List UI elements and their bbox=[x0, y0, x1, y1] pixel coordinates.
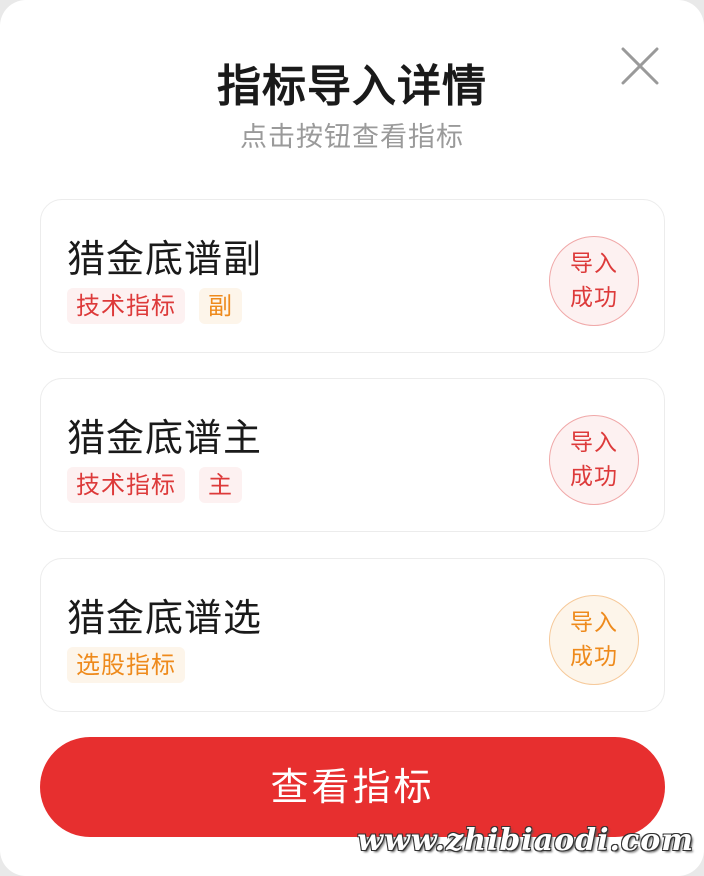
site-watermark: www.zhibiaodi.com bbox=[357, 823, 694, 858]
import-success-badge: 导入 成功 bbox=[549, 415, 639, 505]
view-indicators-button[interactable]: 查看指标 bbox=[40, 737, 665, 837]
badge-line2: 成功 bbox=[570, 285, 618, 311]
indicator-card: 猎金底谱副 技术指标 副 导入 成功 bbox=[40, 199, 665, 353]
dialog-subtitle: 点击按钮查看指标 bbox=[240, 122, 464, 153]
indicator-name: 猎金底谱选 bbox=[67, 596, 263, 640]
badge-line2: 成功 bbox=[570, 464, 618, 490]
import-success-badge: 导入 成功 bbox=[549, 236, 639, 326]
indicator-import-dialog: 指标导入详情 点击按钮查看指标 猎金底谱副 技术指标 副 导入 成功 猎金底谱主… bbox=[0, 0, 704, 876]
indicator-sub-tag: 副 bbox=[199, 288, 242, 324]
badge-line1: 导入 bbox=[570, 251, 618, 277]
dialog-title: 指标导入详情 bbox=[217, 61, 487, 112]
badge-line2: 成功 bbox=[570, 644, 618, 670]
indicator-type-tag: 技术指标 bbox=[67, 288, 185, 324]
indicator-type-tag: 选股指标 bbox=[67, 647, 185, 683]
indicator-card: 猎金底谱选 选股指标 导入 成功 bbox=[40, 558, 665, 712]
badge-line1: 导入 bbox=[570, 610, 618, 636]
import-success-badge: 导入 成功 bbox=[549, 595, 639, 685]
indicator-type-tag: 技术指标 bbox=[67, 467, 185, 503]
indicator-name: 猎金底谱主 bbox=[67, 416, 263, 460]
indicator-card: 猎金底谱主 技术指标 主 导入 成功 bbox=[40, 378, 665, 532]
indicator-sub-tag: 主 bbox=[199, 467, 242, 503]
badge-line1: 导入 bbox=[570, 430, 618, 456]
indicator-name: 猎金底谱副 bbox=[67, 237, 263, 281]
